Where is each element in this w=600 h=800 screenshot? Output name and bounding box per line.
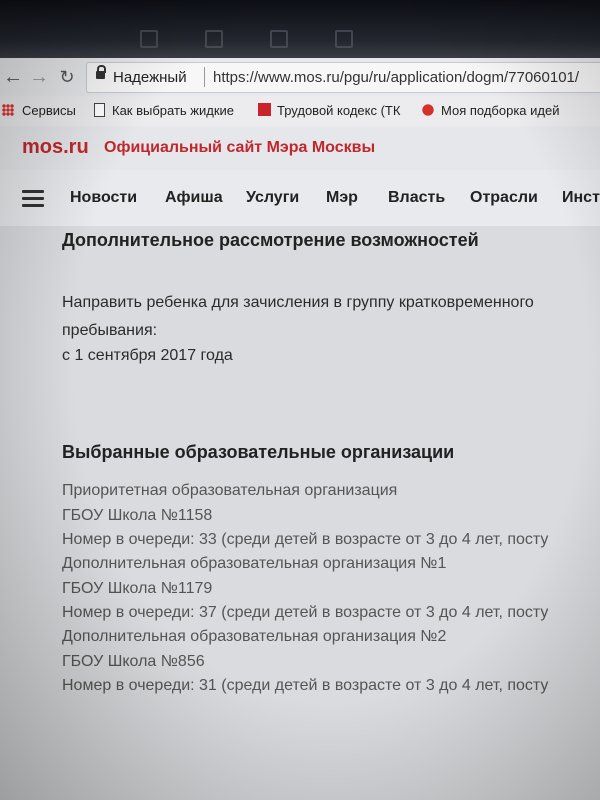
tab-icon[interactable] — [140, 30, 158, 48]
nav-services[interactable]: Услуги — [246, 189, 299, 207]
url-text[interactable]: https://www.mos.ru/pgu/ru/application/do… — [213, 69, 579, 86]
document-icon — [258, 103, 271, 116]
bookmark-item[interactable]: Как выбрать жидкие — [112, 103, 234, 118]
tab-icon[interactable] — [270, 30, 288, 48]
org-queue: Номер в очереди: 31 (среди детей в возра… — [62, 677, 549, 694]
tab-icon[interactable] — [335, 30, 353, 48]
page-icon — [94, 103, 105, 117]
org-label: Дополнительная образовательная организац… — [62, 628, 447, 645]
bookmarks-bar: Сервисы Как выбрать жидкие Трудовой коде… — [0, 96, 600, 127]
enrollment-text: пребывания: — [62, 322, 158, 339]
main-content: Дополнительное рассмотрение возможностей… — [0, 226, 600, 800]
secure-label: Надежный — [113, 69, 187, 86]
bookmark-item[interactable]: Моя подборка идей — [441, 103, 560, 118]
pinterest-icon — [421, 103, 435, 117]
lock-icon — [96, 65, 106, 79]
org-label: Приоритетная образовательная организация — [62, 482, 398, 499]
org-label: Дополнительная образовательная организац… — [62, 555, 447, 572]
apps-grid-icon[interactable] — [2, 104, 14, 116]
site-title[interactable]: Официальный сайт Мэра Москвы — [104, 139, 375, 157]
bookmark-item[interactable]: Трудовой кодекс (ТК — [277, 103, 400, 118]
address-bar-row: ← → ↻ Надежный https://www.mos.ru/pgu/ru… — [0, 58, 600, 97]
org-queue: Номер в очереди: 33 (среди детей в возра… — [62, 531, 549, 548]
org-school: ГБОУ Школа №1158 — [62, 507, 213, 524]
menu-icon[interactable] — [22, 190, 44, 207]
screen: ← → ↻ Надежный https://www.mos.ru/pgu/ru… — [0, 0, 600, 800]
tab-icon[interactable] — [205, 30, 223, 48]
nav-sectors[interactable]: Отрасли — [470, 189, 538, 207]
nav-afisha[interactable]: Афиша — [165, 189, 223, 207]
nav-mayor[interactable]: Мэр — [326, 189, 358, 207]
nav-authority[interactable]: Власть — [388, 189, 445, 207]
section-title-organizations: Выбранные образовательные организации — [62, 442, 455, 462]
site-logo[interactable]: mos.ru — [22, 136, 89, 159]
browser-tab-strip — [0, 0, 600, 58]
bookmark-services[interactable]: Сервисы — [22, 103, 76, 118]
main-nav: Новости Афиша Услуги Мэр Власть Отрасли … — [0, 170, 600, 227]
reload-icon[interactable]: ↻ — [56, 66, 78, 88]
nav-news[interactable]: Новости — [70, 189, 137, 207]
forward-icon[interactable]: → — [28, 66, 50, 88]
address-separator — [204, 67, 205, 87]
back-icon[interactable]: ← — [2, 66, 24, 88]
nav-more[interactable]: Инст — [562, 189, 600, 207]
enrollment-date: с 1 сентября 2017 года — [62, 347, 233, 364]
section-title-additional: Дополнительное рассмотрение возможностей — [62, 230, 479, 250]
org-school: ГБОУ Школа №856 — [62, 653, 205, 670]
site-header: mos.ru Официальный сайт Мэра Москвы — [0, 126, 600, 171]
org-queue: Номер в очереди: 37 (среди детей в возра… — [62, 604, 549, 621]
enrollment-text: Направить ребенка для зачисления в групп… — [62, 294, 534, 311]
org-school: ГБОУ Школа №1179 — [62, 580, 213, 597]
address-bar[interactable]: Надежный https://www.mos.ru/pgu/ru/appli… — [86, 62, 600, 93]
